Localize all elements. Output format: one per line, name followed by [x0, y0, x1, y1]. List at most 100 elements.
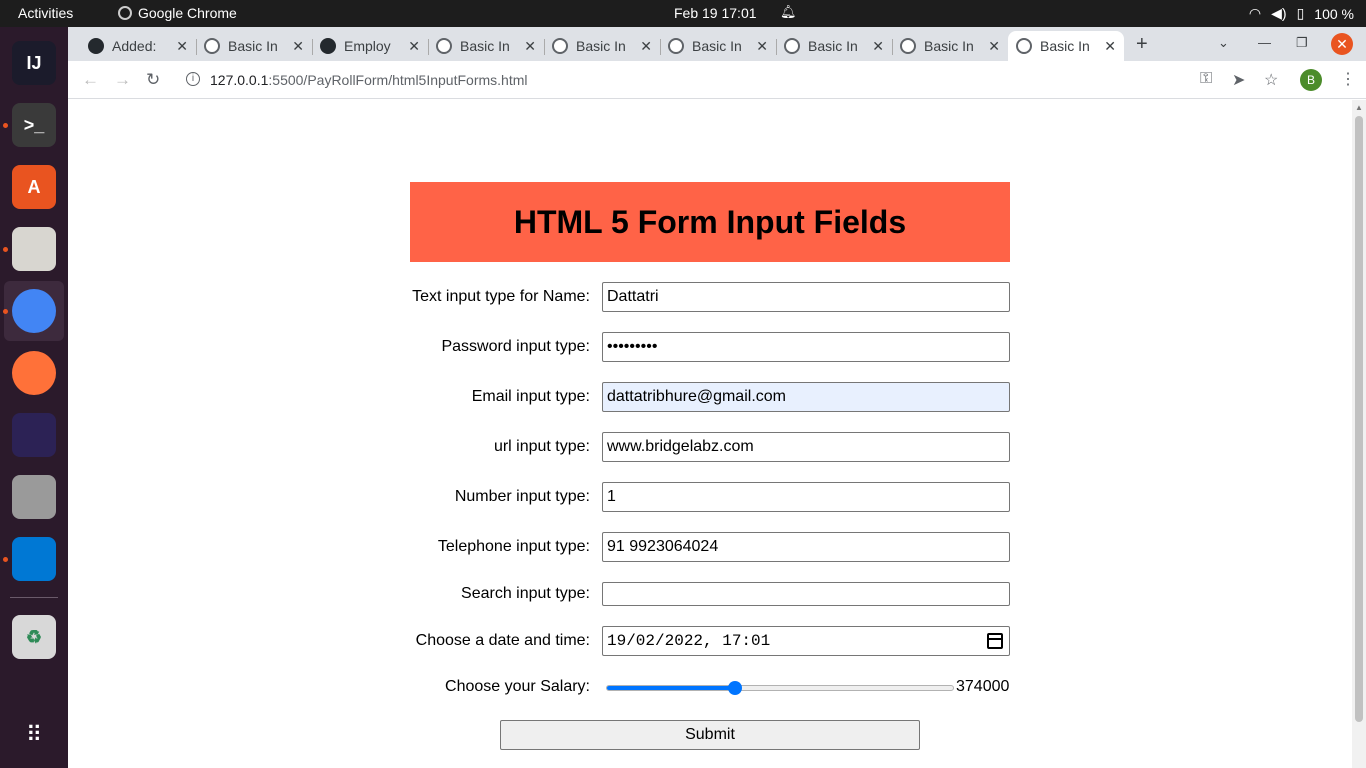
- restore-icon[interactable]: ❐: [1296, 35, 1308, 51]
- search-label: Search input type:: [461, 585, 590, 602]
- window-close-icon[interactable]: ✕: [1331, 33, 1353, 55]
- battery-icon: ▯: [1296, 5, 1305, 21]
- reload-icon[interactable]: ↻: [146, 70, 160, 90]
- number-label: Number input type:: [454, 488, 590, 505]
- password-input[interactable]: •••••••••: [602, 332, 1010, 362]
- browser-tab[interactable]: Employ ✕: [312, 31, 428, 61]
- dock-item[interactable]: [3, 219, 64, 279]
- salary-value: 374000: [956, 678, 1010, 695]
- back-arrow-icon[interactable]: ←: [82, 70, 99, 90]
- dock-separator: [10, 597, 58, 598]
- wifi-icon: ◠: [1248, 5, 1262, 21]
- running-indicator: [3, 557, 8, 562]
- profile-avatar[interactable]: B: [1300, 69, 1322, 91]
- salary-slider-thumb[interactable]: [728, 681, 743, 695]
- scroll-up-arrow-icon[interactable]: ▲: [1355, 103, 1363, 112]
- app-name: Google Chrome: [138, 5, 237, 21]
- salary-slider-fill: [607, 686, 736, 690]
- eclipse-icon: [12, 413, 56, 457]
- telephone-input[interactable]: 91 9923064024: [602, 532, 1010, 562]
- password-label: Password input type:: [441, 338, 590, 355]
- number-input[interactable]: 1: [602, 482, 1010, 512]
- key-icon[interactable]: ⚿: [1200, 70, 1212, 88]
- tab-title: Basic In: [1040, 38, 1090, 54]
- kebab-menu-icon[interactable]: ⋮: [1340, 69, 1356, 89]
- system-top-bar: Activities Google Chrome Feb 19 17:01 🔔︎…: [0, 0, 1366, 27]
- tab-close-icon[interactable]: ✕: [640, 38, 652, 55]
- browser-tab[interactable]: Basic In ✕: [1008, 31, 1124, 61]
- globe-icon: [784, 38, 800, 54]
- bookmark-star-icon[interactable]: ☆: [1264, 70, 1278, 90]
- browser-tab[interactable]: Basic In ✕: [428, 31, 544, 61]
- browser-tab[interactable]: Basic In ✕: [776, 31, 892, 61]
- url-input[interactable]: www.bridgelabz.com: [602, 432, 1010, 462]
- dock-item[interactable]: ♻: [4, 607, 64, 667]
- browser-tab[interactable]: Basic In ✕: [660, 31, 776, 61]
- salary-slider[interactable]: [606, 681, 954, 695]
- submit-button[interactable]: Submit: [500, 720, 920, 750]
- tab-strip: Added: ✕ Basic In ✕ Employ ✕ Basic In ✕ Basic In…: [68, 27, 1366, 61]
- globe-icon: [436, 38, 452, 54]
- browser-tab[interactable]: Basic In ✕: [544, 31, 660, 61]
- tab-close-icon[interactable]: ✕: [176, 38, 188, 55]
- globe-icon: [552, 38, 568, 54]
- url-text[interactable]: 127.0.0.1:5500/PayRollForm/html5InputFor…: [210, 72, 527, 88]
- dock-item[interactable]: A: [4, 157, 64, 217]
- dock-item[interactable]: [4, 343, 64, 403]
- form-title: HTML 5 Form Input Fields: [513, 203, 907, 240]
- payroll-form: HTML 5 Form Input Fields Text input type…: [410, 182, 1010, 750]
- site-info-icon[interactable]: i: [186, 72, 200, 86]
- tab-close-icon[interactable]: ✕: [524, 38, 536, 55]
- browser-tab[interactable]: Added: ✕: [80, 31, 196, 61]
- globe-icon: [900, 38, 916, 54]
- email-row: Email input type: dattatribhure@gmail.co…: [410, 382, 1010, 412]
- dock-item[interactable]: >_: [3, 95, 64, 155]
- tab-close-icon[interactable]: ✕: [408, 38, 420, 55]
- browser-tab[interactable]: Basic In ✕: [196, 31, 312, 61]
- name-row: Text input type for Name: Dattatri: [410, 282, 1010, 312]
- intellij-icon: IJ: [12, 41, 56, 85]
- datetime-input[interactable]: 19/02/2022, 17:01: [602, 626, 1010, 656]
- tab-title: Basic In: [692, 38, 742, 54]
- dock-item[interactable]: IJ: [4, 33, 64, 93]
- dock-item[interactable]: [4, 405, 64, 465]
- dock-item[interactable]: [3, 529, 64, 589]
- running-indicator: [3, 247, 8, 252]
- globe-icon: [1016, 38, 1032, 54]
- calendar-icon[interactable]: [987, 633, 1003, 649]
- browser-tab[interactable]: Basic In ✕: [892, 31, 1008, 61]
- name-input[interactable]: Dattatri: [602, 282, 1010, 312]
- tab-search-icon[interactable]: ⌄: [1218, 35, 1229, 51]
- tab-title: Basic In: [808, 38, 858, 54]
- new-tab-icon[interactable]: +: [1136, 33, 1148, 56]
- forward-arrow-icon[interactable]: →: [114, 70, 131, 90]
- app-menu[interactable]: Google Chrome: [118, 5, 237, 21]
- page-scrollbar[interactable]: ▲: [1352, 100, 1366, 768]
- email-input[interactable]: dattatribhure@gmail.com: [602, 382, 1010, 412]
- datetime-value: 19/02/2022, 17:01: [607, 632, 771, 650]
- tab-close-icon[interactable]: ✕: [988, 38, 1000, 55]
- send-icon[interactable]: ➤: [1232, 70, 1245, 90]
- search-input[interactable]: [602, 582, 1010, 606]
- tab-close-icon[interactable]: ✕: [756, 38, 768, 55]
- telephone-label: Telephone input type:: [437, 538, 590, 555]
- system-menu[interactable]: ◠ ◀︎) ▯ 100 %: [1249, 5, 1354, 22]
- globe-icon: [204, 38, 220, 54]
- datetime-label: Choose a date and time:: [415, 632, 590, 649]
- tab-close-icon[interactable]: ✕: [1104, 38, 1116, 55]
- dock-item[interactable]: [3, 281, 64, 341]
- address-bar[interactable]: i 127.0.0.1:5500/PayRollForm/html5InputF…: [176, 66, 1296, 94]
- tab-close-icon[interactable]: ✕: [872, 38, 884, 55]
- url-path: :5500/PayRollForm/html5InputForms.html: [268, 72, 528, 88]
- show-applications-grid-icon[interactable]: ⠿: [4, 705, 64, 765]
- scrollbar-thumb[interactable]: [1355, 116, 1363, 722]
- dock: IJ >_ A ♻ ⠿: [0, 27, 68, 768]
- salary-label: Choose your Salary:: [445, 678, 590, 695]
- dock-item[interactable]: [4, 467, 64, 527]
- clock[interactable]: Feb 19 17:01: [674, 5, 757, 21]
- minimize-icon[interactable]: —: [1258, 35, 1271, 50]
- terminal-icon: >_: [12, 103, 56, 147]
- activities-button[interactable]: Activities: [18, 5, 73, 21]
- email-label: Email input type:: [471, 388, 590, 405]
- tab-close-icon[interactable]: ✕: [292, 38, 304, 55]
